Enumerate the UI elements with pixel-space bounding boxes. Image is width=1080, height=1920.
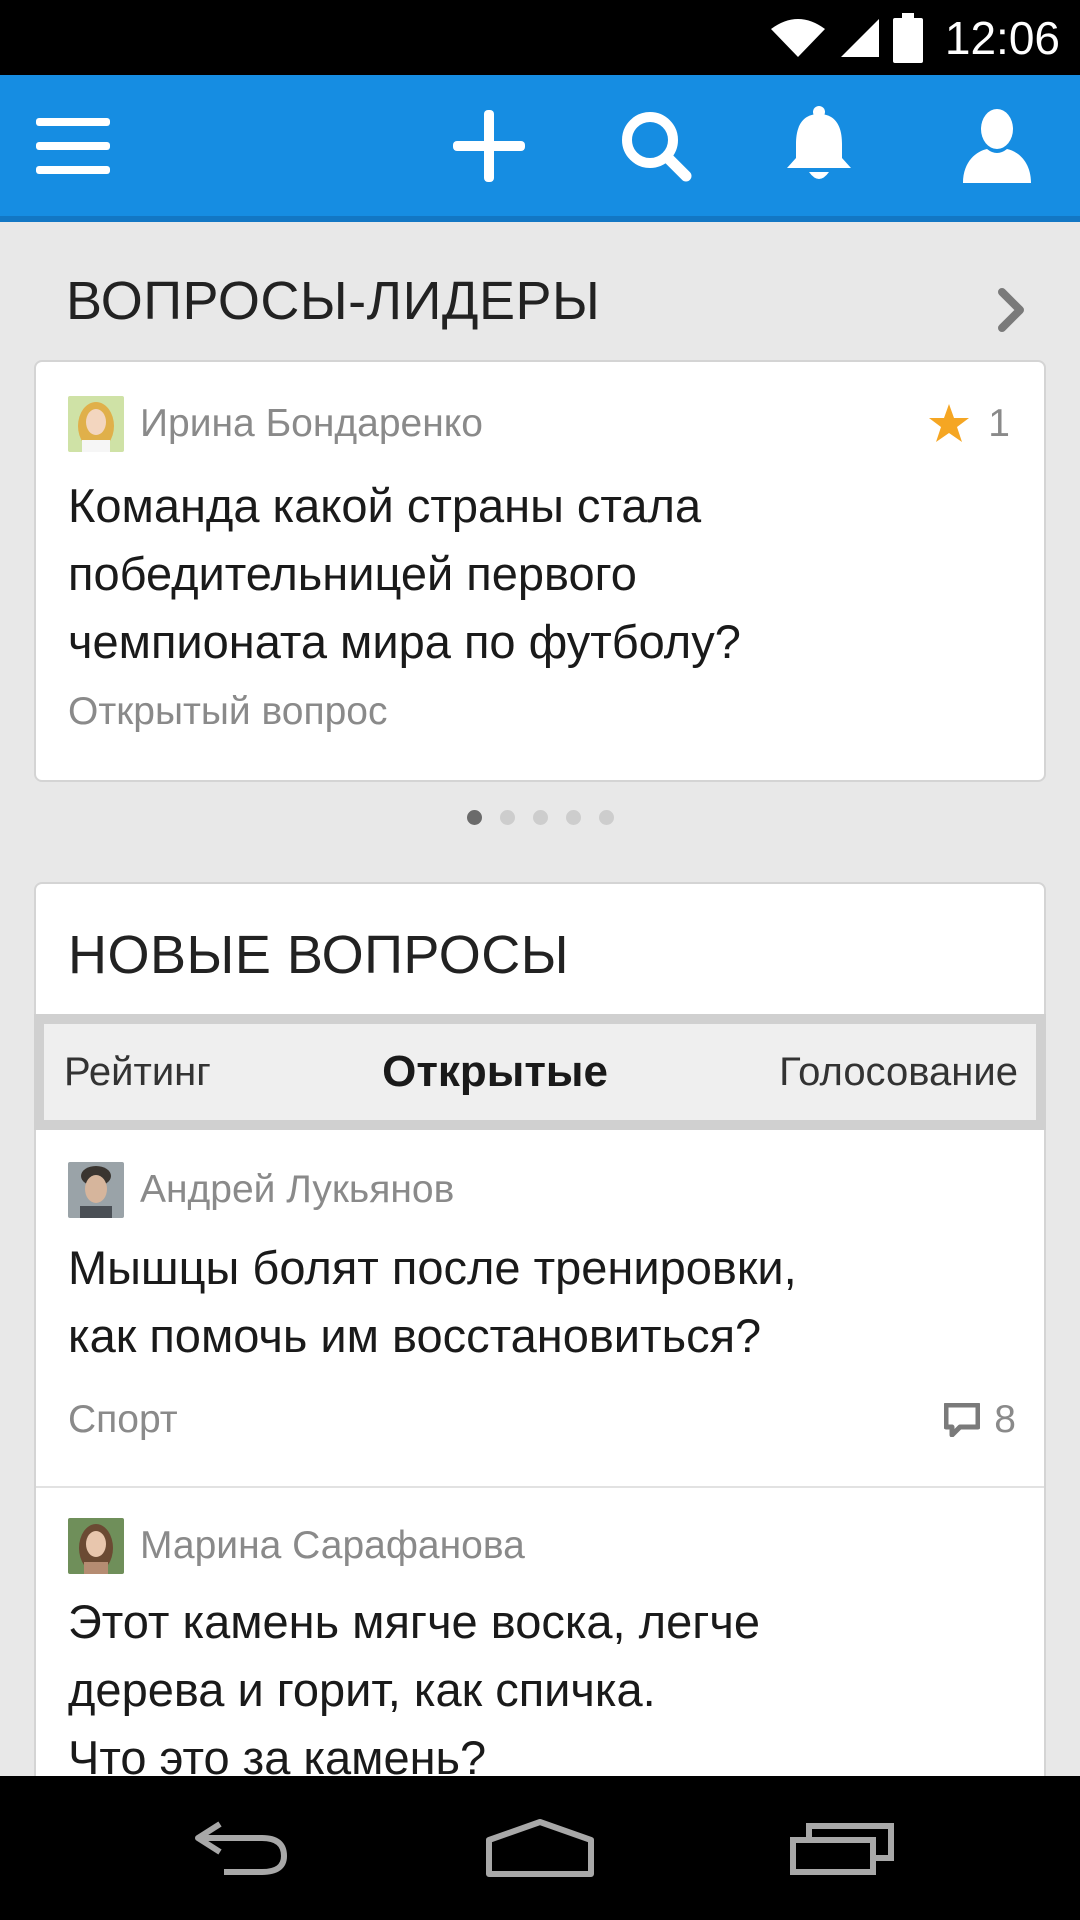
comments-number: 8 <box>994 1398 1016 1441</box>
list-item[interactable]: Андрей Лукьянов Мышцы болят после тренир… <box>36 1130 1044 1488</box>
plus-icon <box>453 109 525 182</box>
tab-voting[interactable]: Голосование <box>779 1050 1018 1095</box>
leader-question-card[interactable]: Ирина Бондаренко 1 Команда какой страны … <box>34 360 1046 782</box>
questions-list: Андрей Лукьянов Мышцы болят после тренир… <box>34 1130 1046 1780</box>
comment-icon <box>944 1403 981 1437</box>
chevron-right-icon[interactable] <box>980 280 1040 340</box>
question-status: Открытый вопрос <box>68 690 388 733</box>
profile-button[interactable] <box>942 75 1052 216</box>
author-row: Марина Сарафанова <box>68 1518 525 1574</box>
comments-count: 8 <box>944 1398 1016 1442</box>
list-item[interactable]: Марина Сарафанова Этот камень мягче воск… <box>36 1488 1044 1780</box>
question-line: как помочь им восстановиться? <box>68 1309 762 1362</box>
pager-dot[interactable] <box>466 810 482 825</box>
recents-icon <box>790 1823 894 1875</box>
leaders-title: ВОПРОСЫ-ЛИДЕРЫ <box>66 271 601 331</box>
avatar <box>68 1518 124 1574</box>
pager-dot[interactable] <box>565 810 581 825</box>
question-tabs: Рейтинг Открытые Голосование <box>34 1014 1046 1130</box>
pager-dots <box>0 810 1080 825</box>
menu-button[interactable] <box>18 75 128 216</box>
leaders-section-header[interactable]: ВОПРОСЫ-ЛИДЕРЫ <box>0 222 1080 362</box>
profile-icon <box>963 108 1031 183</box>
question-line: победительницей первого <box>68 547 637 600</box>
tab-rating[interactable]: Рейтинг <box>64 1050 211 1095</box>
rating: 1 <box>928 402 1010 446</box>
app-bar <box>0 75 1080 222</box>
bell-icon <box>787 105 851 179</box>
question-text[interactable]: Команда какой страны стала победительниц… <box>68 472 741 676</box>
question-line: Что это за камень? <box>68 1731 487 1780</box>
question-category[interactable]: Спорт <box>68 1398 178 1442</box>
question-line: Этот камень мягче воска, легче <box>68 1595 761 1648</box>
recents-button[interactable] <box>752 1776 932 1920</box>
avatar <box>68 396 124 452</box>
question-line: Мышцы болят после тренировки, <box>68 1241 797 1294</box>
author-row: Андрей Лукьянов <box>68 1162 454 1218</box>
notifications-button[interactable] <box>764 75 874 216</box>
status-bar: 12:06 <box>0 0 1080 75</box>
pager-dot[interactable] <box>598 810 614 825</box>
back-icon <box>195 1821 288 1875</box>
battery-icon <box>892 12 923 63</box>
author-name[interactable]: Марина Сарафанова <box>140 1524 525 1568</box>
avatar <box>68 1162 124 1218</box>
star-icon <box>929 404 970 442</box>
pager-dot[interactable] <box>532 810 548 825</box>
menu-icon <box>36 117 110 174</box>
pager-dot[interactable] <box>499 810 515 825</box>
signal-icon <box>840 18 879 57</box>
search-button[interactable] <box>601 75 711 216</box>
question-text[interactable]: Этот камень мягче воска, легче дерева и … <box>68 1588 760 1780</box>
question-line: чемпионата мира по футболу? <box>68 615 741 668</box>
new-questions-header: НОВЫЕ ВОПРОСЫ <box>34 882 1046 1018</box>
rating-count: 1 <box>988 402 1010 445</box>
add-question-button[interactable] <box>434 75 544 216</box>
new-questions-title: НОВЫЕ ВОПРОСЫ <box>68 925 570 985</box>
tab-open[interactable]: Открытые <box>382 1047 608 1097</box>
home-button[interactable] <box>450 1776 630 1920</box>
back-button[interactable] <box>150 1776 330 1920</box>
question-text[interactable]: Мышцы болят после тренировки, как помочь… <box>68 1234 797 1370</box>
question-line: Команда какой страны стала <box>68 479 702 532</box>
question-line: дерева и горит, как спичка. <box>68 1663 656 1716</box>
search-icon <box>622 111 692 181</box>
author-name[interactable]: Ирина Бондаренко <box>140 402 483 446</box>
author-row: Ирина Бондаренко <box>68 396 483 452</box>
author-name[interactable]: Андрей Лукьянов <box>140 1168 454 1212</box>
wifi-icon <box>770 18 825 57</box>
clock: 12:06 <box>944 11 1060 64</box>
home-icon <box>486 1819 594 1877</box>
system-nav-bar <box>0 1776 1080 1920</box>
